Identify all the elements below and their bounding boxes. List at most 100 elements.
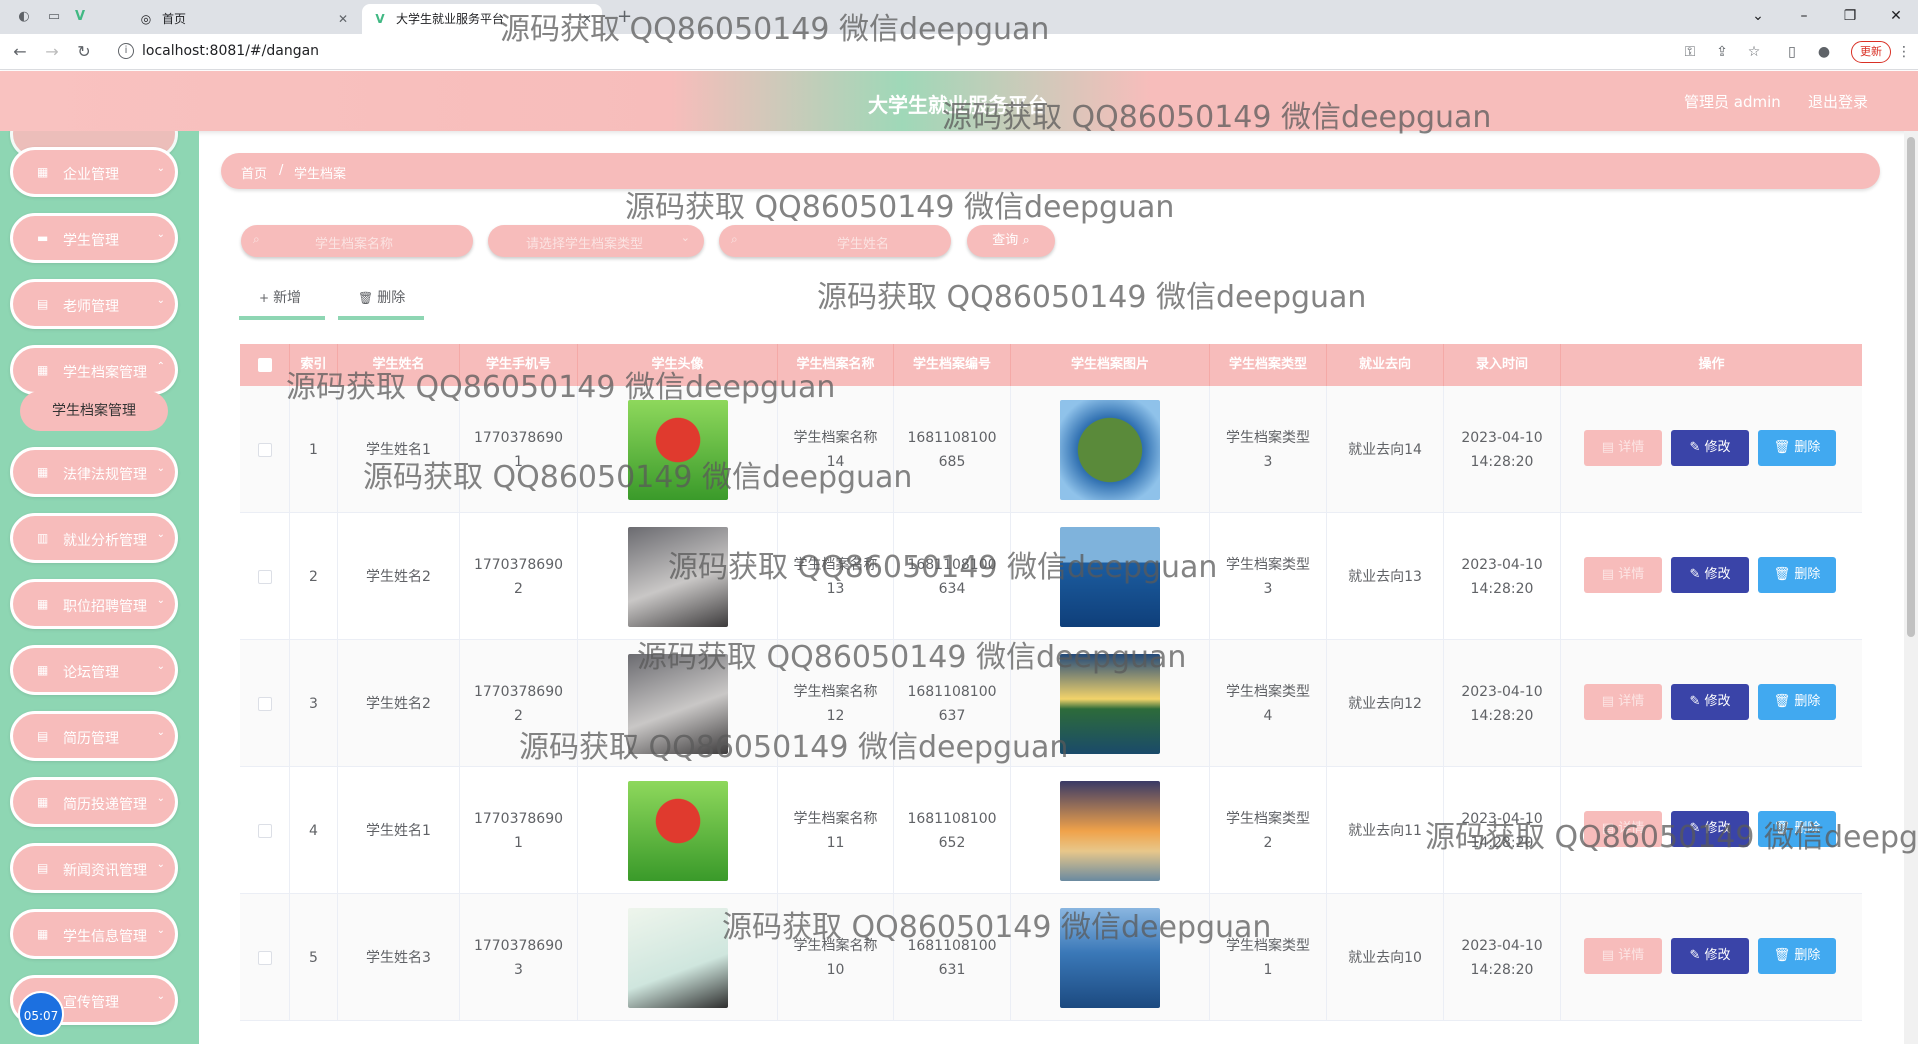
- logout-link[interactable]: 退出登录: [1808, 91, 1868, 112]
- browser-logo-icon[interactable]: ◐: [14, 7, 34, 27]
- avatar-image[interactable]: [627, 780, 728, 881]
- cell-dest: 就业去向12: [1327, 640, 1444, 767]
- minimize-icon[interactable]: –: [1784, 4, 1824, 28]
- detail-button[interactable]: ▤ 详情: [1584, 938, 1662, 974]
- avatar-image[interactable]: [627, 653, 728, 754]
- sidepanel-icon[interactable]: ▯: [1780, 40, 1804, 64]
- archive-photo-image[interactable]: [1060, 653, 1160, 754]
- site-info-icon[interactable]: i: [118, 43, 134, 59]
- row-checkbox[interactable]: [257, 442, 272, 457]
- sidebar-subitem-archive[interactable]: 学生档案管理: [20, 391, 168, 431]
- delete-icon: 🗑: [1773, 440, 1795, 455]
- edit-button[interactable]: ✎ 修改: [1671, 430, 1749, 466]
- url-field[interactable]: i localhost:8081/#/dangan: [108, 38, 1688, 66]
- delete-button[interactable]: 🗑 删除: [1758, 684, 1836, 720]
- query-button[interactable]: 查询 ⌕: [967, 225, 1055, 257]
- select-all-checkbox[interactable]: [258, 358, 272, 372]
- tab-search-icon[interactable]: ⌄: [1738, 4, 1778, 28]
- row-select-cell: [240, 767, 290, 894]
- sidebar-item-delivery[interactable]: ▦ 简历投递管理 ⌄: [10, 777, 178, 827]
- edit-button[interactable]: ✎ 修改: [1671, 938, 1749, 974]
- cell-time: 2023-04-10 14:28:20: [1444, 513, 1561, 640]
- detail-button[interactable]: ▤ 详情: [1584, 430, 1662, 466]
- avatar-image[interactable]: [627, 907, 728, 1008]
- batch-delete-button[interactable]: 🗑 删除: [338, 284, 424, 320]
- sidebar-item-company[interactable]: ▦ 企业管理 ⌄: [10, 147, 178, 197]
- query-label: 查询: [992, 233, 1019, 248]
- breadcrumb-home[interactable]: 首页: [241, 163, 267, 182]
- cell-avatar: [578, 640, 778, 767]
- share-icon[interactable]: ⇪: [1710, 40, 1734, 64]
- sidebar-item-student[interactable]: ▬ 学生管理 ⌄: [10, 213, 178, 263]
- sidebar-item-jobs[interactable]: ▦ 职位招聘管理 ⌄: [10, 579, 178, 629]
- detail-button[interactable]: ▤ 详情: [1584, 811, 1662, 847]
- archive-photo-image[interactable]: [1060, 399, 1160, 500]
- archive-photo-image[interactable]: [1060, 780, 1160, 881]
- chevron-up-icon: ⌃: [156, 361, 165, 372]
- col-actions: 操作: [1698, 357, 1725, 372]
- tab-home[interactable]: ◎ 首页 ✕: [128, 4, 358, 34]
- sidebar-item-archive[interactable]: ▦ 学生档案管理 ⌃: [10, 345, 178, 395]
- student-name-input[interactable]: ⌕ 学生姓名: [719, 225, 951, 257]
- delete-button[interactable]: 🗑 删除: [1758, 811, 1836, 847]
- restore-icon[interactable]: ❐: [1830, 4, 1870, 28]
- sidebar-item-resume[interactable]: ▤ 简历管理 ⌄: [10, 711, 178, 761]
- edit-button-label: 修改: [1704, 821, 1731, 836]
- sidebar-item-forum[interactable]: ▦ 论坛管理 ⌄: [10, 645, 178, 695]
- col-archive-name: 学生档案名称: [778, 344, 894, 386]
- vertical-scrollbar[interactable]: [1904, 131, 1918, 1044]
- sidebar-item-law[interactable]: ▦ 法律法规管理 ⌄: [10, 447, 178, 497]
- sidebar-item-teacher[interactable]: ▤ 老师管理 ⌄: [10, 279, 178, 329]
- key-icon[interactable]: ⚿: [1678, 40, 1702, 64]
- detail-button-label: 详情: [1618, 567, 1645, 582]
- blank-tab-icon[interactable]: ▭: [44, 7, 64, 27]
- add-button[interactable]: + 新增: [239, 284, 325, 320]
- row-checkbox[interactable]: [257, 569, 272, 584]
- sidebar-item-analysis[interactable]: ▥ 就业分析管理 ⌄: [10, 513, 178, 563]
- avatar-image[interactable]: [627, 399, 728, 500]
- detail-button[interactable]: ▤ 详情: [1584, 557, 1662, 593]
- row-checkbox[interactable]: [257, 823, 272, 838]
- edit-button[interactable]: ✎ 修改: [1671, 811, 1749, 847]
- vue-tab-icon[interactable]: V: [70, 7, 90, 27]
- delete-button[interactable]: 🗑 删除: [1758, 938, 1836, 974]
- archive-name-input[interactable]: ⌕ 学生档案名称: [241, 225, 473, 257]
- edit-button-label: 修改: [1704, 440, 1731, 455]
- row-checkbox[interactable]: [257, 950, 272, 965]
- reload-icon[interactable]: ↻: [72, 40, 96, 64]
- cell-archive-name: 学生档案名称11: [778, 767, 894, 894]
- close-tab-icon[interactable]: ✕: [582, 4, 592, 34]
- update-button[interactable]: 更新: [1851, 41, 1891, 63]
- archive-type-select[interactable]: 请选择学生档案类型 ⌄: [488, 225, 704, 257]
- row-checkbox[interactable]: [257, 696, 272, 711]
- detail-button[interactable]: ▤ 详情: [1584, 684, 1662, 720]
- archive-photo-image[interactable]: [1060, 907, 1160, 1008]
- forward-icon[interactable]: →: [40, 40, 64, 64]
- edit-icon: ✎: [1689, 948, 1705, 963]
- cell-photo: [1011, 640, 1210, 767]
- profile-icon[interactable]: ●: [1812, 40, 1836, 64]
- avatar-image[interactable]: [627, 526, 728, 627]
- archive-photo-image[interactable]: [1060, 526, 1160, 627]
- delete-button[interactable]: 🗑 删除: [1758, 557, 1836, 593]
- more-icon[interactable]: ⋮: [1892, 40, 1916, 64]
- scrollbar-thumb[interactable]: [1907, 137, 1915, 637]
- back-icon[interactable]: ←: [8, 40, 32, 64]
- new-tab-button[interactable]: +: [617, 6, 632, 27]
- star-icon[interactable]: ☆: [1742, 40, 1766, 64]
- col-archive-no: 学生档案编号: [894, 344, 1011, 386]
- delete-button[interactable]: 🗑 删除: [1758, 430, 1836, 466]
- archive-table: 索引 学生姓名 学生手机号 学生头像 学生档案名称 学生档案编号 学生档案图片 …: [240, 344, 1862, 1044]
- grid-icon: ▦: [37, 465, 49, 479]
- chevron-down-icon: ⌄: [156, 727, 165, 738]
- close-tab-icon[interactable]: ✕: [338, 4, 348, 34]
- row-select-cell: [240, 640, 290, 767]
- edit-icon: ✎: [1689, 694, 1705, 709]
- edit-button[interactable]: ✎ 修改: [1671, 684, 1749, 720]
- close-window-icon[interactable]: ✕: [1876, 4, 1916, 28]
- sidebar-item-news[interactable]: ▤ 新闻资讯管理 ⌄: [10, 843, 178, 893]
- tab-home-label: 首页: [162, 12, 187, 26]
- sidebar-item-student-info[interactable]: ▦ 学生信息管理 ⌄: [10, 909, 178, 959]
- edit-button[interactable]: ✎ 修改: [1671, 557, 1749, 593]
- tab-active[interactable]: V 大学生就业服务平台 ✕: [362, 4, 602, 34]
